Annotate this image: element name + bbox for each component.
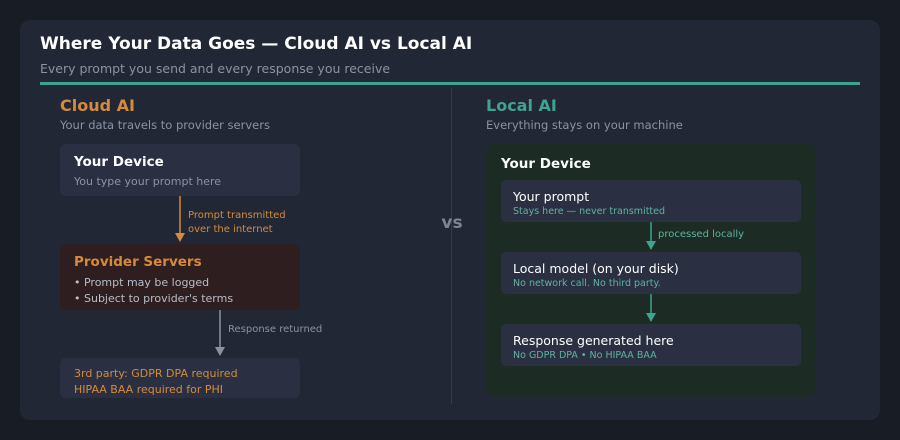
provider-bullet: • Subject to provider's terms [74,292,234,305]
header-rule [40,82,860,85]
transmit-arrowhead [175,233,185,242]
local-step-response: Response generated here No GDPR DPA • No… [501,324,801,366]
third-party-line: 3rd party: GDPR DPA required [74,367,238,380]
local-device-title: Your Device [501,156,591,172]
page-subtitle: Every prompt you send and every response… [40,61,391,76]
step-title: Your prompt [513,189,590,204]
cloud-device-title: Your Device [74,154,164,170]
page-title: Where Your Data Goes — Cloud AI vs Local… [40,34,473,54]
provider-bullet: • Prompt may be logged [74,276,210,289]
cloud-title: Cloud AI [60,96,135,115]
column-divider [451,88,452,404]
provider-title: Provider Servers [74,254,202,270]
return-arrowhead [215,347,225,356]
comparison-card: Where Your Data Goes — Cloud AI vs Local… [20,20,880,420]
process-label: processed locally [658,229,745,240]
third-party-box: 3rd party: GDPR DPA required HIPAA BAA r… [60,358,300,398]
local-step-prompt: Your prompt Stays here — never transmitt… [501,180,801,222]
cloud-subtitle: Your data travels to provider servers [60,118,270,132]
cloud-device-box: Your Device You type your prompt here [60,144,300,196]
cloud-device-text: You type your prompt here [74,175,222,188]
step-title: Local model (on your disk) [513,261,679,276]
local-subtitle: Everything stays on your machine [486,118,683,132]
step-note: Stays here — never transmitted [513,206,666,217]
step-note: No network call. No third party. [513,278,661,289]
transmit-label-line: Prompt transmitted [188,210,286,221]
return-label: Response returned [228,324,323,335]
transmit-label-line: over the internet [188,224,273,235]
transmit-label: Prompt transmitted over the internet [188,209,286,237]
vs-label: vs [441,213,463,233]
local-title: Local AI [486,96,557,115]
step-title: Response generated here [513,333,674,348]
step-note: No GDPR DPA • No HIPAA BAA [513,350,657,361]
local-step-model: Local model (on your disk) No network ca… [501,252,801,294]
local-device-panel: Your Device Your prompt Stays here — nev… [486,144,816,397]
third-party-line: HIPAA BAA required for PHI [74,383,224,396]
provider-servers-box: Provider Servers • Prompt may be logged … [60,244,300,310]
